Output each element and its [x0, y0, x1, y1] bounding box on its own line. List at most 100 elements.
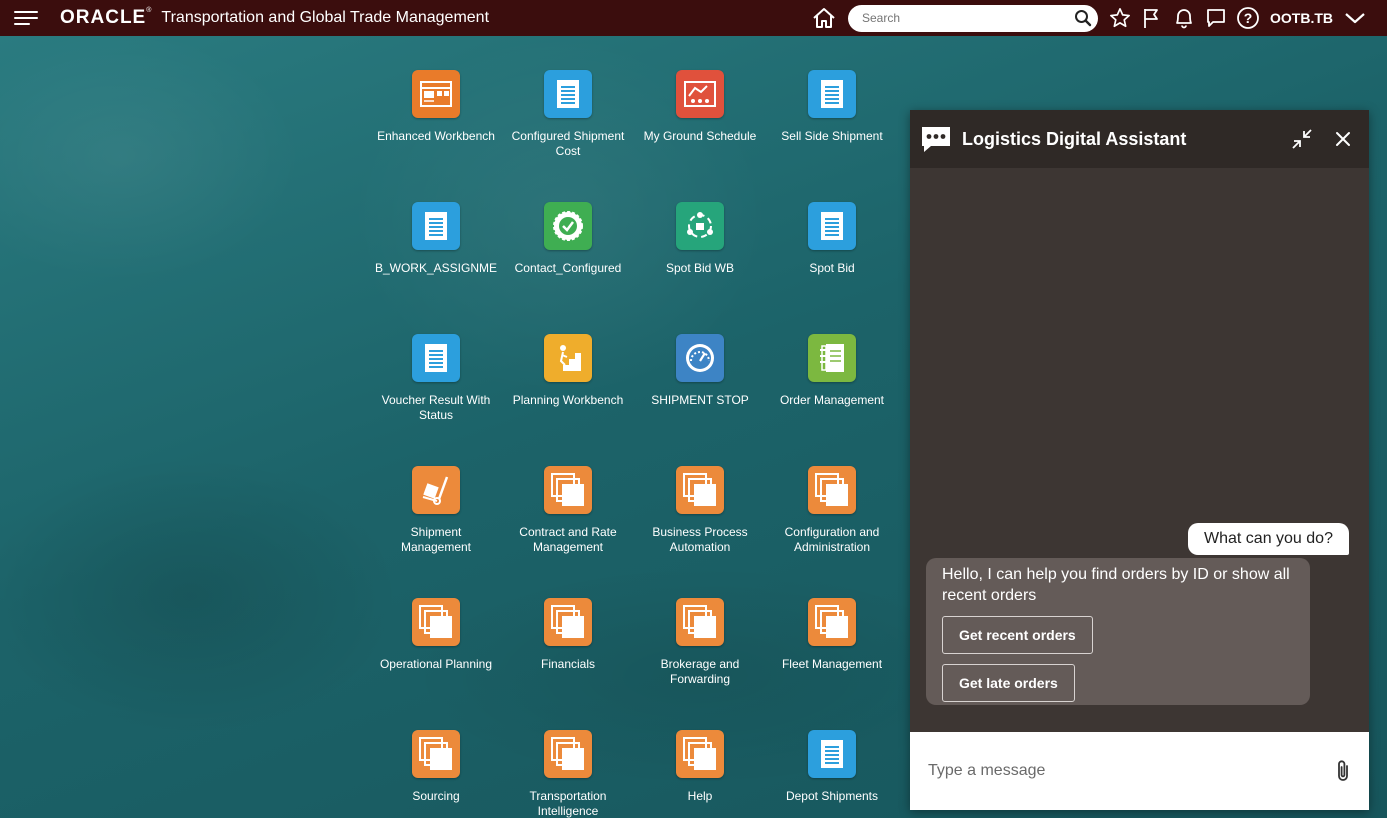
springboard-tile[interactable]: Financials — [507, 598, 629, 672]
collapse-icon[interactable] — [1291, 128, 1313, 150]
workbench-icon — [412, 70, 460, 118]
stacked-pages-icon — [676, 598, 724, 646]
message-input[interactable] — [928, 762, 1333, 780]
user-message-bubble: What can you do? — [1188, 523, 1349, 555]
tile-label: Depot Shipments — [785, 789, 879, 803]
message-composer — [910, 732, 1369, 810]
svg-text:?: ? — [1244, 10, 1253, 26]
navigator-menu-icon[interactable] — [14, 10, 40, 26]
tile-label: Help — [687, 789, 713, 803]
stacked-pages-icon — [676, 730, 724, 778]
tile-label: Transportation Intelligence — [529, 789, 607, 818]
springboard-tile[interactable]: TB_WORK_ASSIGNME — [375, 202, 497, 276]
springboard-tile[interactable]: Enhanced Workbench — [375, 70, 497, 144]
tile-label: TB_WORK_ASSIGNME — [375, 261, 497, 275]
document-icon — [808, 730, 856, 778]
global-header: ORACLE® Transportation and Global Trade … — [0, 0, 1387, 36]
user-name[interactable]: OOTB.TB — [1270, 10, 1333, 26]
springboard-tile[interactable]: Shipment Management — [375, 466, 497, 555]
stacked-pages-icon — [808, 466, 856, 514]
tile-label: Shipment Management — [400, 525, 472, 554]
help-icon[interactable]: ? — [1232, 0, 1264, 36]
tile-label: Operational Planning — [379, 657, 493, 671]
chat-icon[interactable] — [1200, 0, 1232, 36]
app-title: Transportation and Global Trade Manageme… — [161, 9, 490, 26]
springboard-tile[interactable]: Transportation Intelligence — [507, 730, 629, 818]
get-recent-orders-button[interactable]: Get recent orders — [942, 616, 1093, 654]
get-late-orders-button[interactable]: Get late orders — [942, 664, 1075, 702]
springboard-tile[interactable]: Voucher Result With Status — [375, 334, 497, 423]
document-icon — [412, 202, 460, 250]
flag-icon[interactable] — [1136, 0, 1168, 36]
springboard-tile[interactable]: Planning Workbench — [507, 334, 629, 408]
springboard-tile[interactable]: Help — [639, 730, 761, 804]
stacked-pages-icon — [412, 730, 460, 778]
springboard-tile[interactable]: Brokerage and Forwarding — [639, 598, 761, 687]
badge-check-icon — [544, 202, 592, 250]
schedule-icon — [676, 70, 724, 118]
favorites-star-icon[interactable] — [1104, 0, 1136, 36]
stacked-pages-icon — [676, 466, 724, 514]
search-field — [848, 4, 1098, 32]
chat-bubble-icon — [922, 127, 950, 152]
stacked-pages-icon — [412, 598, 460, 646]
springboard-tile[interactable]: Contact_Configured — [507, 202, 629, 276]
document-icon — [412, 334, 460, 382]
bot-message-text: Hello, I can help you find orders by ID … — [942, 566, 1290, 604]
document-icon — [808, 70, 856, 118]
springboard-tile[interactable]: Configuration and Administration — [771, 466, 893, 555]
tile-label: Sell Side Shipment — [781, 129, 883, 143]
tile-label: Voucher Result With Status — [381, 393, 491, 422]
springboard-tile[interactable]: Sourcing — [375, 730, 497, 804]
bot-message-card: Hello, I can help you find orders by ID … — [926, 558, 1310, 705]
stacked-pages-icon — [544, 598, 592, 646]
springboard-tile[interactable]: My Ground Schedule — [639, 70, 761, 144]
tile-label: Business Process Automation — [652, 525, 748, 554]
stacked-pages-icon — [808, 598, 856, 646]
home-icon[interactable] — [808, 0, 840, 36]
chevron-down-icon[interactable] — [1339, 0, 1371, 36]
tile-label: Fleet Management — [781, 657, 883, 671]
tile-label: Order Management — [779, 393, 885, 407]
springboard-tile[interactable]: SHIPMENT STOP — [639, 334, 761, 408]
springboard-tile[interactable]: Operational Planning — [375, 598, 497, 672]
stacked-pages-icon — [544, 730, 592, 778]
tile-label: My Ground Schedule — [643, 129, 757, 143]
springboard-tile[interactable]: Spot Bid WB — [639, 202, 761, 276]
tile-label: Spot Bid WB — [665, 261, 735, 275]
document-icon — [544, 70, 592, 118]
notebook-icon — [808, 334, 856, 382]
oracle-logo: ORACLE® — [60, 7, 153, 28]
stacked-pages-icon — [544, 466, 592, 514]
attachment-icon[interactable] — [1333, 759, 1353, 783]
document-icon — [808, 202, 856, 250]
tile-label: Brokerage and Forwarding — [660, 657, 740, 686]
tile-label: Sourcing — [412, 789, 460, 803]
tile-label: Configuration and Administration — [784, 525, 880, 554]
gauge-icon — [676, 334, 724, 382]
assistant-title: Logistics Digital Assistant — [962, 128, 1187, 149]
notifications-bell-icon[interactable] — [1168, 0, 1200, 36]
close-icon[interactable] — [1332, 128, 1354, 150]
stairs-climber-icon — [544, 334, 592, 382]
tile-label: Enhanced Workbench — [377, 129, 495, 143]
springboard-tile[interactable]: Sell Side Shipment — [771, 70, 893, 144]
springboard-tile[interactable]: Order Management — [771, 334, 893, 408]
tile-label: Spot Bid — [809, 261, 855, 275]
springboard-tile[interactable]: Spot Bid — [771, 202, 893, 276]
bid-cycle-icon — [676, 202, 724, 250]
springboard-tile[interactable]: Business Process Automation — [639, 466, 761, 555]
springboard-tile[interactable]: Contract and Rate Management — [507, 466, 629, 555]
tile-label: Contact_Configured — [514, 261, 622, 275]
search-input[interactable] — [862, 11, 1074, 25]
springboard-tile[interactable]: Fleet Management — [771, 598, 893, 672]
tile-label: Financials — [540, 657, 596, 671]
assistant-header: Logistics Digital Assistant — [910, 110, 1369, 168]
springboard-tile[interactable]: Configured Shipment Cost — [507, 70, 629, 159]
search-icon[interactable] — [1074, 9, 1092, 27]
hand-truck-icon — [412, 466, 460, 514]
springboard-tile[interactable]: Depot Shipments — [771, 730, 893, 804]
tile-label: Configured Shipment Cost — [511, 129, 625, 158]
tile-label: Contract and Rate Management — [519, 525, 617, 554]
tile-label: Planning Workbench — [512, 393, 624, 407]
